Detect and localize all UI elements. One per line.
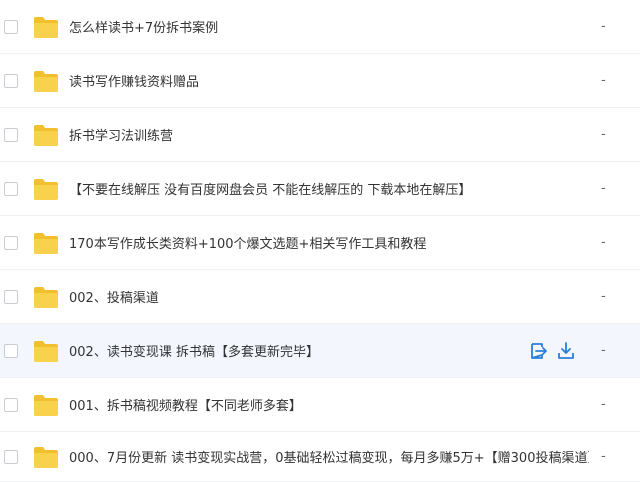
- folder-icon: [34, 446, 58, 468]
- file-row[interactable]: 002、读书变现课 拆书稿【多套更新完毕】 -: [0, 324, 640, 378]
- row-checkbox[interactable]: [4, 449, 18, 464]
- row-checkbox[interactable]: [4, 397, 18, 412]
- file-size: -: [601, 73, 606, 88]
- file-row[interactable]: 002、投稿渠道 -: [0, 270, 640, 324]
- row-checkbox[interactable]: [4, 181, 18, 196]
- file-row[interactable]: 【不要在线解压 没有百度网盘会员 不能在线解压的 下载本地在解压】 -: [0, 162, 640, 216]
- row-checkbox[interactable]: [4, 289, 18, 304]
- file-row[interactable]: 读书写作赚钱资料赠品 -: [0, 54, 640, 108]
- file-name-link[interactable]: 002、读书变现课 拆书稿【多套更新完毕】: [69, 341, 319, 360]
- download-icon[interactable]: [556, 341, 576, 361]
- file-size: -: [601, 235, 606, 250]
- file-size: -: [601, 343, 606, 358]
- folder-icon: [34, 124, 58, 146]
- file-row[interactable]: 000、7月份更新 读书变现实战营，0基础轻松过稿变现，每月多赚5万+【赠300…: [0, 432, 640, 482]
- folder-icon: [34, 70, 58, 92]
- file-size: -: [601, 289, 606, 304]
- file-name-link[interactable]: 000、7月份更新 读书变现实战营，0基础轻松过稿变现，每月多赚5万+【赠300…: [69, 447, 589, 466]
- file-name-link[interactable]: 拆书学习法训练营: [69, 125, 173, 144]
- file-name-link[interactable]: 读书写作赚钱资料赠品: [69, 71, 199, 90]
- folder-icon: [34, 232, 58, 254]
- folder-icon: [34, 394, 58, 416]
- file-name-link[interactable]: 001、拆书稿视频教程【不同老师多套】: [69, 395, 302, 414]
- file-name-link[interactable]: 【不要在线解压 没有百度网盘会员 不能在线解压的 下载本地在解压】: [69, 179, 471, 198]
- row-checkbox[interactable]: [4, 73, 18, 88]
- row-checkbox[interactable]: [4, 127, 18, 142]
- folder-icon: [34, 16, 58, 38]
- folder-icon: [34, 286, 58, 308]
- file-size: -: [601, 449, 606, 464]
- file-row[interactable]: 001、拆书稿视频教程【不同老师多套】 -: [0, 378, 640, 432]
- row-checkbox[interactable]: [4, 343, 18, 358]
- file-row[interactable]: 拆书学习法训练营 -: [0, 108, 640, 162]
- file-size: -: [601, 19, 606, 34]
- share-icon[interactable]: [529, 341, 549, 361]
- file-name-link[interactable]: 002、投稿渠道: [69, 287, 159, 306]
- file-size: -: [601, 397, 606, 412]
- file-name-link[interactable]: 170本写作成长类资料+100个爆文选题+相关写作工具和教程: [69, 233, 426, 252]
- file-list: 怎么样读书+7份拆书案例 - 读书写作赚钱资料赠品 - 拆书学习法训练营 - 【…: [0, 0, 640, 482]
- file-row[interactable]: 170本写作成长类资料+100个爆文选题+相关写作工具和教程 -: [0, 216, 640, 270]
- folder-icon: [34, 340, 58, 362]
- file-name-link[interactable]: 怎么样读书+7份拆书案例: [69, 17, 218, 36]
- file-size: -: [601, 127, 606, 142]
- folder-icon: [34, 178, 58, 200]
- row-checkbox[interactable]: [4, 19, 18, 34]
- file-size: -: [601, 181, 606, 196]
- row-checkbox[interactable]: [4, 235, 18, 250]
- file-row[interactable]: 怎么样读书+7份拆书案例 -: [0, 0, 640, 54]
